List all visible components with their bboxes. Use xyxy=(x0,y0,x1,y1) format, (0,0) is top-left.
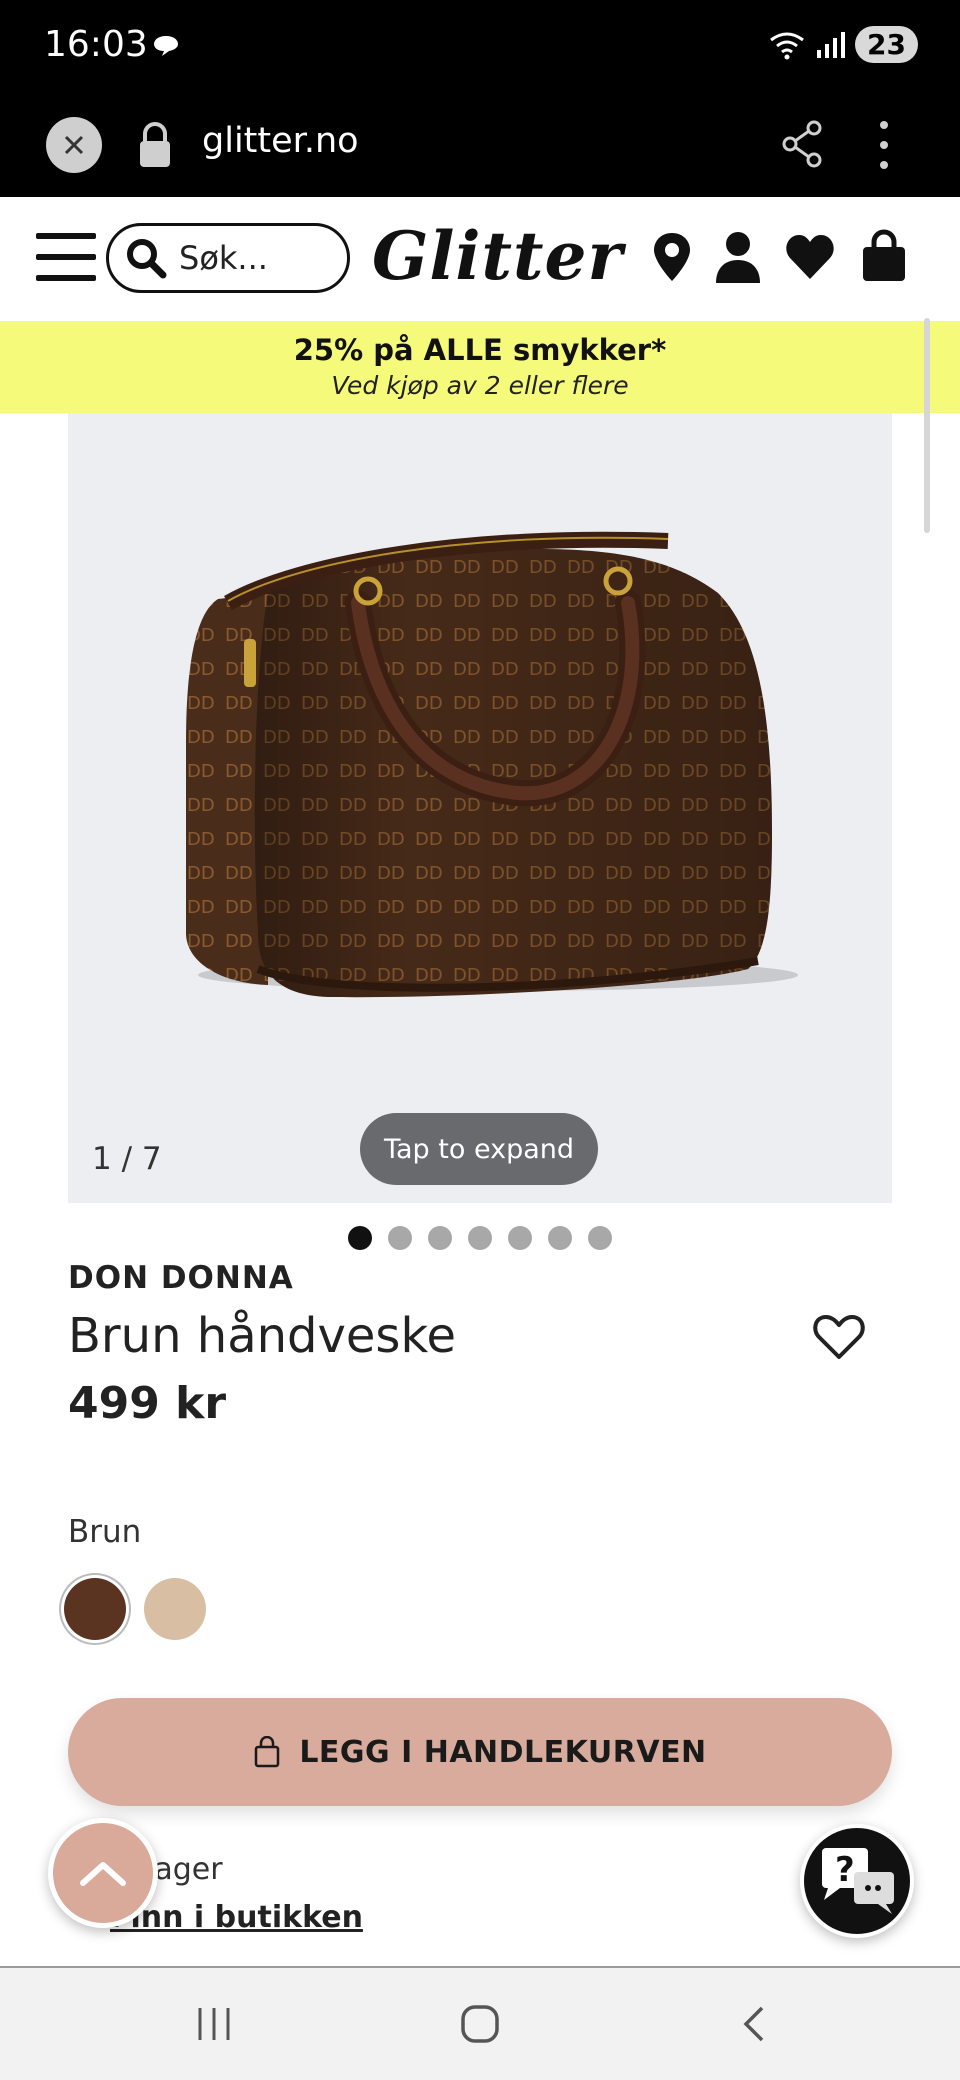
account-icon[interactable] xyxy=(712,229,764,285)
more-options-icon[interactable] xyxy=(872,117,896,173)
store-locator-icon[interactable] xyxy=(646,229,698,285)
swatch-beige[interactable] xyxy=(144,1578,206,1640)
find-in-store-link[interactable]: Finn i butikken xyxy=(110,1900,363,1935)
page-scrollbar[interactable] xyxy=(924,318,930,533)
close-tab-button[interactable] xyxy=(46,117,102,173)
menu-icon[interactable] xyxy=(36,233,96,281)
svg-text:?: ? xyxy=(835,1850,855,1890)
bag-icon xyxy=(255,1736,280,1768)
signal-icon xyxy=(817,31,846,58)
carousel-dot[interactable] xyxy=(348,1226,372,1250)
handbag-image: DD xyxy=(186,531,798,998)
carousel-dot[interactable] xyxy=(428,1226,452,1250)
cart-icon[interactable] xyxy=(858,229,910,285)
image-counter: 1 / 7 xyxy=(92,1141,162,1177)
carousel-dot[interactable] xyxy=(468,1226,492,1250)
share-icon[interactable] xyxy=(780,119,824,169)
message-icon xyxy=(154,36,178,56)
wifi-icon xyxy=(770,32,804,59)
product-image-gallery[interactable]: DD 1 / 7 Tap to expand xyxy=(68,413,892,1203)
search-placeholder: Søk... xyxy=(179,239,268,277)
recent-apps-icon[interactable] xyxy=(194,2004,234,2044)
carousel-dot[interactable] xyxy=(588,1226,612,1250)
back-icon[interactable] xyxy=(734,2004,774,2044)
promo-banner[interactable]: 25% på ALLE smykker* Ved kjøp av 2 eller… xyxy=(0,321,960,413)
promo-title: 25% på ALLE smykker* xyxy=(293,333,667,367)
product-brand[interactable]: DON DONNA xyxy=(68,1260,294,1296)
status-time: 16:03 xyxy=(44,24,148,65)
add-to-cart-button[interactable]: LEGG I HANDLEKURVEN xyxy=(68,1698,892,1806)
home-icon[interactable] xyxy=(460,2004,500,2044)
swatch-brown[interactable] xyxy=(64,1578,126,1640)
carousel-dots xyxy=(348,1226,612,1250)
promo-subtitle: Ved kjøp av 2 eller flere xyxy=(331,371,629,400)
browser-toolbar: glitter.no xyxy=(0,95,960,197)
help-chat-button[interactable]: ? xyxy=(800,1824,914,1938)
battery-indicator: 23 xyxy=(855,26,918,63)
carousel-dot[interactable] xyxy=(388,1226,412,1250)
chevron-up-icon xyxy=(80,1862,126,1886)
lock-icon xyxy=(140,122,170,167)
chat-help-icon: ? xyxy=(822,1848,894,1914)
product-price: 499 kr xyxy=(68,1378,227,1429)
system-nav-bar xyxy=(0,1966,960,2080)
url-bar[interactable]: glitter.no xyxy=(202,121,359,161)
site-logo[interactable]: Glitter xyxy=(372,217,623,295)
close-icon xyxy=(64,135,84,155)
status-bar: 16:03 23 xyxy=(0,0,960,95)
site-header: Søk... Glitter xyxy=(0,197,960,321)
heart-icon[interactable] xyxy=(812,1312,866,1362)
scroll-to-top-button[interactable] xyxy=(48,1818,158,1928)
status-icons: 23 xyxy=(769,26,918,63)
search-icon xyxy=(127,239,167,279)
tap-to-expand-button[interactable]: Tap to expand xyxy=(360,1113,598,1185)
carousel-dot[interactable] xyxy=(548,1226,572,1250)
product-title: Brun håndveske xyxy=(68,1308,457,1364)
add-to-cart-label: LEGG I HANDLEKURVEN xyxy=(299,1734,707,1770)
wishlist-header-icon[interactable] xyxy=(784,229,836,285)
search-input[interactable]: Søk... xyxy=(106,223,350,293)
carousel-dot[interactable] xyxy=(508,1226,532,1250)
color-label: Brun xyxy=(68,1514,142,1550)
